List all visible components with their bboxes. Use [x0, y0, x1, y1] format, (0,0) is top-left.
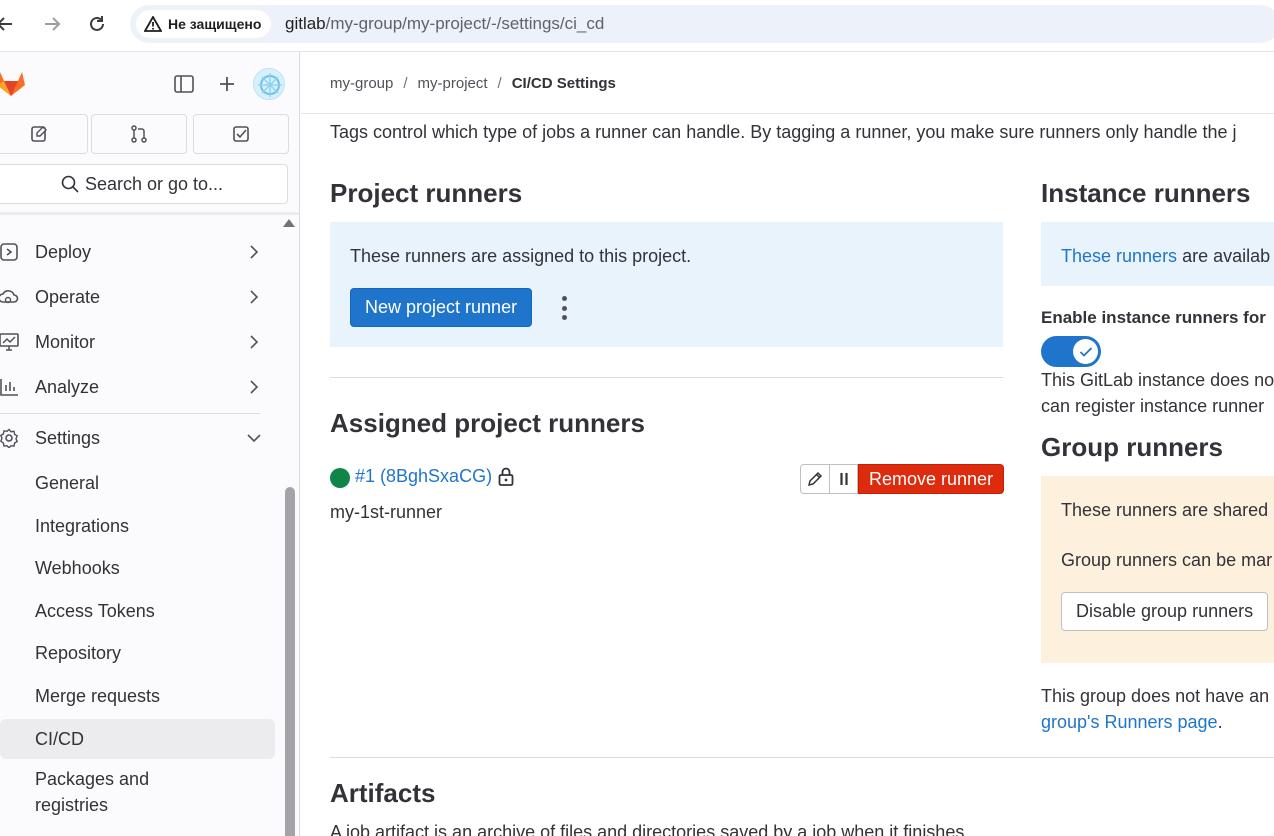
remove-runner-button[interactable]: Remove runner: [858, 464, 1005, 494]
main-content: my-group / my-project / CI/CD Settings T…: [301, 52, 1274, 836]
breadcrumb: my-group / my-project / CI/CD Settings: [330, 75, 616, 92]
security-chip[interactable]: Не защищено: [136, 10, 272, 38]
merge-request-icon: [131, 125, 147, 143]
breadcrumb-current[interactable]: CI/CD Settings: [512, 75, 616, 92]
todos-button[interactable]: [193, 114, 289, 154]
pause-runner-button[interactable]: [830, 464, 858, 494]
sidebar-divider: [0, 212, 299, 215]
runner-description: my-1st-runner: [330, 502, 443, 522]
sidebar-item-general[interactable]: General: [0, 470, 275, 496]
nav-item-settings[interactable]: Settings: [0, 418, 275, 458]
header-divider: [301, 113, 1274, 114]
gitlab-logo-icon[interactable]: [0, 66, 28, 105]
new-project-runner-button[interactable]: New project runner: [350, 288, 533, 327]
avatar[interactable]: [253, 68, 285, 100]
disable-group-runners-button[interactable]: Disable group runners: [1061, 592, 1269, 631]
settings-icon: [0, 428, 19, 448]
merge-requests-button[interactable]: [91, 114, 187, 154]
instance-note-line2: can register instance runner: [1041, 396, 1265, 416]
project-runners-alert: These runners are assigned to this proje…: [330, 222, 1003, 347]
sidebar-item-repository[interactable]: Repository: [0, 640, 275, 666]
sidebar-toggle-icon[interactable]: [170, 70, 198, 98]
sidebar-item-integrations[interactable]: Integrations: [0, 513, 275, 539]
search-box[interactable]: Search or go to...: [0, 164, 288, 204]
runner-actions: Remove runner: [800, 464, 1005, 494]
sidebar-item-access-tokens[interactable]: Access Tokens: [0, 598, 275, 624]
breadcrumb-separator: /: [497, 75, 502, 92]
group-runners-footer-link-line: group's Runners page.: [1041, 712, 1223, 732]
project-runners-description: These runners are assigned to this proje…: [350, 246, 692, 266]
nav-item-monitor[interactable]: Monitor: [0, 322, 275, 362]
project-runners-heading: Project runners: [330, 178, 523, 208]
more-actions-icon[interactable]: [557, 296, 571, 320]
sidebar-scrollbar[interactable]: [285, 487, 295, 836]
issues-button[interactable]: [0, 114, 88, 154]
lock-icon: [498, 467, 514, 486]
group-runners-alert: These runners are shared Group runners c…: [1041, 476, 1274, 663]
chevron-down-icon: [247, 434, 261, 443]
search-placeholder: Search or go to...: [84, 173, 224, 194]
sidebar-item-cicd[interactable]: CI/CD: [0, 719, 275, 759]
operate-icon: [0, 290, 19, 304]
chevron-right-icon: [250, 335, 259, 349]
sidebar-item-webhooks[interactable]: Webhooks: [0, 555, 275, 581]
nav-divider: [0, 413, 260, 414]
nav-item-analyze[interactable]: Analyze: [0, 367, 275, 407]
instance-runners-toggle[interactable]: [1041, 336, 1101, 367]
url-text: gitlab/my-group/my-project/-/settings/ci…: [285, 14, 605, 33]
chevron-right-icon: [250, 380, 259, 394]
group-runners-heading: Group runners: [1041, 432, 1224, 462]
pencil-icon: [807, 471, 823, 487]
breadcrumb-project[interactable]: my-project: [418, 75, 488, 92]
these-runners-link[interactable]: These runners: [1061, 246, 1177, 266]
warning-icon: [144, 16, 162, 32]
runner-tags-intro: Tags control which type of jobs a runner…: [330, 122, 1237, 142]
group-runners-page-link[interactable]: group's Runners page: [1041, 712, 1218, 732]
address-bar[interactable]: Не защищено gitlab/my-group/my-project/-…: [130, 5, 1274, 43]
instance-runners-description: These runners are availab: [1061, 246, 1271, 266]
runner-link[interactable]: #1 (8BghSxaCG): [355, 466, 492, 487]
chevron-right-icon: [250, 290, 259, 304]
back-arrow-icon[interactable]: [0, 11, 18, 37]
sidebar-item-packages-registries[interactable]: Packages and registries: [0, 766, 200, 818]
forward-arrow-icon[interactable]: [39, 11, 65, 37]
browser-toolbar: Не защищено gitlab/my-group/my-project/-…: [0, 0, 1274, 52]
deploy-icon: [0, 243, 18, 261]
breadcrumb-group[interactable]: my-group: [330, 75, 393, 92]
issues-icon: [31, 126, 47, 142]
security-label: Не защищено: [168, 16, 262, 32]
nav-item-deploy[interactable]: Deploy: [0, 232, 275, 272]
nav-item-operate[interactable]: Operate: [0, 277, 275, 317]
artifacts-heading: Artifacts: [330, 778, 436, 808]
assigned-runners-heading: Assigned project runners: [330, 408, 645, 438]
group-runners-manage-text: Group runners can be mar: [1061, 550, 1273, 570]
chevron-right-icon: [250, 245, 259, 259]
todo-icon: [233, 126, 249, 142]
instance-runners-heading: Instance runners: [1041, 178, 1251, 208]
online-status-icon: [330, 468, 350, 488]
edit-runner-button[interactable]: [800, 464, 830, 494]
check-icon: [1073, 339, 1098, 364]
instance-runners-alert: These runners are availab: [1041, 222, 1274, 286]
breadcrumb-separator: /: [403, 75, 408, 92]
group-runners-shared-text: These runners are shared: [1061, 500, 1269, 520]
instance-note-line1: This GitLab instance does no: [1041, 370, 1274, 390]
group-runners-footer: This group does not have an: [1041, 686, 1270, 706]
search-icon: [61, 175, 79, 193]
plus-icon[interactable]: [213, 70, 241, 98]
reload-icon[interactable]: [84, 11, 110, 37]
monitor-icon: [0, 333, 19, 351]
sidebar-item-merge-requests[interactable]: Merge requests: [0, 683, 275, 709]
section-divider: [330, 377, 1003, 378]
artifacts-description: A job artifact is an archive of files an…: [330, 822, 970, 836]
section-divider: [330, 757, 1274, 758]
sidebar-header: Search or go to...: [0, 52, 299, 212]
pause-icon: [839, 473, 848, 485]
enable-instance-runners-label: Enable instance runners for: [1041, 308, 1266, 327]
analyze-icon: [0, 379, 18, 396]
scroll-up-arrow-icon[interactable]: [283, 219, 295, 227]
sidebar: Search or go to... Deploy Operate Monito…: [0, 52, 300, 836]
